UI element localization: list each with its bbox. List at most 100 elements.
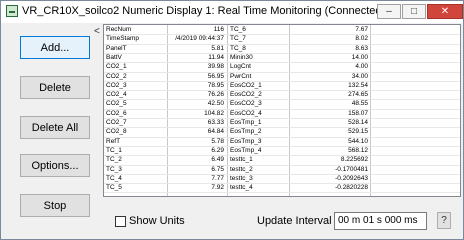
table-row[interactable]: RefT 5.78 EosTmp_3 544.10	[104, 138, 460, 146]
cell-value: 8.225692	[340, 156, 368, 164]
cell-name: TC_6	[230, 26, 246, 33]
cell-value: 158.07	[348, 109, 368, 117]
cell-value: 7.77	[211, 174, 224, 182]
cell-name: PanelT	[106, 44, 127, 52]
maximize-button[interactable]: □	[402, 4, 426, 19]
help-button[interactable]: ?	[437, 212, 451, 229]
cell-value: 529.15	[348, 128, 368, 136]
cell-value: 48.55	[351, 100, 368, 108]
cell-value: 8.02	[355, 35, 368, 43]
cell-name: TC_4	[106, 174, 122, 182]
app-icon	[6, 5, 18, 17]
cell-name: TC_3	[106, 165, 122, 173]
table-row[interactable]: TC_1 6.29 EosTmp_4 568.12	[104, 147, 460, 155]
table-row[interactable]: TC_4 7.77 testtc_3 -0.2092643	[104, 175, 460, 183]
table-row[interactable]: TC_2 6.49 testtc_1 8.225692	[104, 156, 460, 164]
cell-value: -0.2092643	[335, 174, 368, 182]
value-grid[interactable]: RecNum 116 TC_6 7.67 TimeStamp/4/2019 09:44:…	[103, 24, 461, 197]
cell-name: BattV	[106, 53, 122, 61]
delete-button[interactable]: Delete	[20, 76, 90, 99]
cell-name: TC_2	[106, 156, 122, 164]
cell-name: CO2_8	[106, 128, 127, 136]
cell-name: CO2_1	[106, 63, 127, 71]
cell-value: 274.65	[348, 91, 368, 99]
cell-name: testtc_2	[230, 165, 253, 173]
cell-name: EosTmp_1	[230, 119, 262, 126]
cell-name: EosCO2_3	[230, 100, 262, 108]
cell-value: 42.50	[207, 100, 224, 108]
title-bar[interactable]: VR_CR10X_soilco2 Numeric Display 1: Real…	[1, 1, 463, 23]
update-interval-input[interactable]: 00 m 01 s 000 ms	[334, 212, 427, 230]
cell-value: 11.94	[208, 53, 224, 61]
cell-name: EosTmp_4	[230, 146, 262, 154]
table-row[interactable]: TC_5 7.92 testtc_4 -0.2820228	[104, 184, 460, 192]
cell-name: CO2_3	[106, 81, 127, 89]
cell-value: 63.33	[207, 119, 224, 126]
options-button[interactable]: Options...	[20, 154, 90, 177]
update-interval-label: Update Interval	[257, 215, 332, 227]
cell-name: testtc_1	[230, 156, 253, 164]
cell-value: 6.75	[211, 165, 224, 173]
minimize-button[interactable]: –	[377, 4, 401, 19]
cell-name: PwrCnt	[230, 72, 252, 80]
cell-name: EosCO2_2	[230, 91, 262, 99]
window-title: VR_CR10X_soilco2 Numeric Display 1: Real…	[22, 5, 386, 17]
cell-value: 568.12	[348, 146, 368, 154]
cell-value: 5.81	[211, 44, 224, 52]
table-row[interactable]: CO2_8 64.84 EosTmp_2 529.15	[104, 128, 460, 136]
collapse-chevron-icon[interactable]: <	[94, 26, 100, 37]
cell-name: LogCnt	[230, 63, 251, 71]
table-row[interactable]: PanelT 5.81 TC_8 8.63	[104, 45, 460, 53]
cell-value: 6.29	[211, 146, 224, 154]
cell-value: 39.98	[207, 63, 224, 71]
cell-value: /4/2019 09:44:37	[175, 35, 224, 43]
table-row[interactable]: CO2_2 56.95 PwrCnt 34.00	[104, 73, 460, 81]
show-units-label: Show Units	[129, 215, 185, 227]
row-divider	[104, 192, 460, 194]
delete-all-button[interactable]: Delete All	[20, 116, 90, 139]
cell-value: 116	[213, 26, 224, 33]
cell-name: testtc_4	[230, 184, 253, 192]
table-row[interactable]: CO2_3 78.95 EosCO2_1 132.54	[104, 82, 460, 90]
table-row[interactable]: TimeStamp/4/2019 09:44:37 TC_7 8.02	[104, 35, 460, 43]
cell-value: 7.92	[211, 184, 224, 192]
cell-value: 8.63	[355, 44, 368, 52]
cell-name: RefT	[106, 137, 121, 145]
cell-value: 4.00	[355, 63, 368, 71]
cell-name: CO2_4	[106, 91, 127, 99]
cell-value: 544.10	[348, 137, 368, 145]
cell-name: testtc_3	[230, 174, 253, 182]
table-row[interactable]: CO2_4 76.26 EosCO2_2 274.65	[104, 91, 460, 99]
cell-name: EosCO2_4	[230, 109, 262, 117]
cell-name: CO2_6	[106, 109, 127, 117]
cell-value: 76.26	[207, 91, 224, 99]
stop-button[interactable]: Stop	[20, 194, 90, 217]
cell-name: RecNum	[106, 26, 132, 33]
table-row[interactable]: CO2_7 63.33 EosTmp_1 528.14	[104, 119, 460, 127]
cell-value: 6.49	[211, 156, 224, 164]
cell-value: 56.95	[207, 72, 224, 80]
cell-name: CO2_7	[106, 119, 127, 126]
cell-name: EosTmp_2	[230, 128, 262, 136]
table-row[interactable]: TC_3 6.75 testtc_2 -0.1700481	[104, 166, 460, 174]
cell-name: TC_7	[230, 35, 246, 43]
cell-value: -0.2820228	[335, 184, 368, 192]
cell-value: 64.84	[207, 128, 224, 136]
table-row[interactable]: CO2_6 104.82 EosCO2_4 158.07	[104, 110, 460, 118]
table-row[interactable]: RecNum 116 TC_6 7.67	[104, 26, 460, 34]
cell-value: 104.82	[204, 109, 224, 117]
show-units-checkbox[interactable]	[115, 216, 126, 227]
cell-name: EosTmp_3	[230, 137, 262, 145]
add-button[interactable]: Add...	[20, 36, 90, 59]
table-row[interactable]: CO2_1 39.98 LogCnt 4.00	[104, 63, 460, 71]
cell-value: 14.00	[351, 53, 368, 61]
table-row[interactable]: BattV 11.94 Minin30 14.00	[104, 54, 460, 62]
close-button[interactable]: ✕	[427, 4, 463, 19]
cell-value: -0.1700481	[335, 165, 368, 173]
cell-value: 5.78	[211, 137, 224, 145]
cell-value: 34.00	[351, 72, 368, 80]
table-row[interactable]: CO2_5 42.50 EosCO2_3 48.55	[104, 100, 460, 108]
cell-value: 7.67	[355, 26, 368, 33]
cell-name: TC_1	[106, 146, 122, 154]
cell-name: CO2_5	[106, 100, 127, 108]
